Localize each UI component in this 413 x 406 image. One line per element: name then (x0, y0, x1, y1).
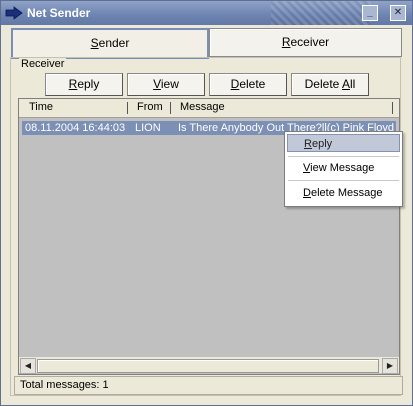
column-from[interactable]: From (137, 101, 163, 113)
app-window: Net Sender _ ✕ Sender Receiver Receiver … (0, 0, 413, 406)
horizontal-scrollbar[interactable]: ◀ ▶ (19, 357, 399, 374)
receiver-group-label: Receiver (19, 58, 67, 70)
delete-label: elete (239, 77, 266, 91)
close-button[interactable]: ✕ (390, 5, 406, 21)
menu-item-view-message[interactable]: View Message (287, 159, 400, 177)
column-time[interactable]: Time (29, 101, 53, 113)
scroll-thumb[interactable] (37, 359, 379, 373)
tab-sender-label: ender (98, 36, 130, 50)
reply-button[interactable]: Reply (45, 73, 123, 96)
column-divider[interactable] (170, 102, 171, 114)
view-label: iew (160, 77, 179, 91)
delete-button[interactable]: Delete (209, 73, 287, 96)
delete-all-label: ll (350, 77, 356, 91)
arrow-icon (5, 6, 23, 20)
delete-all-button[interactable]: Delete All (291, 73, 369, 96)
tab-receiver-label: eceiver (290, 35, 330, 49)
column-message[interactable]: Message (180, 101, 225, 113)
column-divider[interactable] (392, 102, 393, 114)
tab-sender[interactable]: Sender (11, 28, 209, 59)
reply-label: eply (77, 77, 100, 91)
row-time: 08.11.2004 16:44:03 (25, 122, 126, 134)
window-title: Net Sender (27, 6, 91, 20)
row-from: LION (135, 122, 161, 134)
menu-item-delete-message[interactable]: Delete Message (287, 184, 400, 202)
titlebar-pattern (271, 1, 371, 25)
view-button[interactable]: View (127, 73, 205, 96)
delete-all-accel: A (342, 77, 351, 91)
column-divider[interactable] (127, 102, 128, 114)
tab-sender-accel: S (90, 36, 99, 50)
tab-receiver[interactable]: Receiver (209, 28, 402, 57)
delete-all-label-pre: Delete (304, 77, 342, 91)
menu-delete-label: elete Message (310, 187, 383, 199)
list-header: Time From Message (19, 99, 399, 118)
view-accel: V (153, 77, 161, 91)
scroll-right-arrow-icon[interactable]: ▶ (382, 358, 398, 374)
menu-separator (288, 156, 399, 157)
menu-reply-label: eply (311, 138, 333, 150)
context-menu: Reply View Message Delete Message (284, 131, 403, 207)
delete-accel: D (230, 77, 240, 91)
menu-delete-accel: D (303, 187, 311, 199)
scroll-left-arrow-icon[interactable]: ◀ (20, 358, 36, 374)
status-text: Total messages: 1 (20, 379, 109, 391)
minimize-button[interactable]: _ (362, 5, 378, 21)
menu-view-label: iew Message (310, 162, 375, 174)
menu-reply-accel: R (304, 138, 312, 150)
titlebar[interactable]: Net Sender _ ✕ (1, 1, 412, 25)
menu-separator (288, 180, 399, 181)
menu-item-reply[interactable]: Reply (287, 134, 400, 152)
status-bar: Total messages: 1 (14, 376, 403, 395)
